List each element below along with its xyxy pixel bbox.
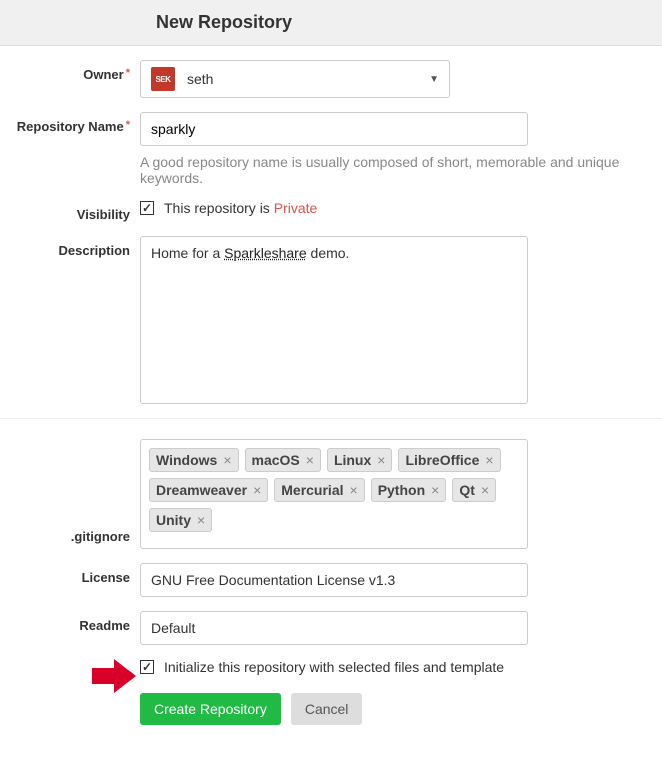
create-repository-button[interactable]: Create Repository [140,693,281,725]
gitignore-tag: Python × [371,478,447,502]
chevron-down-icon: ▼ [429,74,439,85]
gitignore-tag: Dreamweaver × [149,478,268,502]
readme-select[interactable]: Default [140,611,528,645]
close-icon[interactable]: × [485,452,493,468]
owner-row: Owner SEK seth ▼ [0,60,662,98]
tag-label: Qt [459,482,475,498]
visibility-checkbox[interactable] [140,201,154,215]
repo-name-hint: A good repository name is usually compos… [140,154,620,186]
owner-name: seth [187,71,429,87]
close-icon[interactable]: × [197,512,205,528]
gitignore-row: .gitignore Windows×macOS×Linux×LibreOffi… [0,439,662,549]
gitignore-tag: LibreOffice × [398,448,500,472]
private-word: Private [274,200,318,216]
new-repo-form: Owner SEK seth ▼ Repository Name A good … [0,46,662,725]
visibility-row: Visibility This repository is Private [0,200,662,222]
tag-label: Python [378,482,425,498]
gitignore-tag: Linux × [327,448,393,472]
visibility-label: Visibility [0,200,140,222]
close-icon[interactable]: × [223,452,231,468]
gitignore-tag: macOS × [245,448,321,472]
owner-select[interactable]: SEK seth ▼ [140,60,450,98]
license-select[interactable]: GNU Free Documentation License v1.3 [140,563,528,597]
description-label: Description [0,236,140,258]
owner-avatar: SEK [151,67,175,91]
repo-name-label: Repository Name [0,112,140,134]
readme-row: Readme Default [0,611,662,645]
page-title: New Repository [156,12,662,33]
tag-label: LibreOffice [405,452,479,468]
gitignore-tag-input[interactable]: Windows×macOS×Linux×LibreOffice×Dreamwea… [140,439,528,549]
init-text: Initialize this repository with selected… [164,659,504,675]
cancel-button[interactable]: Cancel [291,693,363,725]
tag-label: macOS [252,452,300,468]
close-icon[interactable]: × [350,482,358,498]
visibility-text: This repository is Private [164,200,317,216]
close-icon[interactable]: × [253,482,261,498]
owner-label: Owner [0,60,140,82]
page-header: New Repository [0,0,662,46]
tag-label: Mercurial [281,482,343,498]
arrow-right-icon [92,659,136,696]
description-row: Description Home for a Sparkleshare demo… [0,236,662,404]
readme-label: Readme [0,611,140,633]
gitignore-tag: Windows × [149,448,239,472]
tag-label: Unity [156,512,191,528]
section-divider [0,418,662,419]
button-row: Create Repository Cancel [0,693,662,725]
init-row: Initialize this repository with selected… [0,659,662,675]
repo-name-row: Repository Name A good repository name i… [0,112,662,186]
tag-label: Windows [156,452,217,468]
init-checkbox[interactable] [140,660,154,674]
gitignore-tag: Qt × [452,478,496,502]
gitignore-label: .gitignore [0,439,140,544]
gitignore-tag: Mercurial × [274,478,364,502]
license-row: License GNU Free Documentation License v… [0,563,662,597]
description-link: Sparkleshare [224,245,307,261]
tag-label: Linux [334,452,371,468]
close-icon[interactable]: × [481,482,489,498]
repo-name-input[interactable] [140,112,528,146]
gitignore-tag: Unity × [149,508,212,532]
license-label: License [0,563,140,585]
close-icon[interactable]: × [306,452,314,468]
close-icon[interactable]: × [377,452,385,468]
close-icon[interactable]: × [431,482,439,498]
description-input[interactable]: Home for a Sparkleshare demo. [140,236,528,404]
tag-label: Dreamweaver [156,482,247,498]
